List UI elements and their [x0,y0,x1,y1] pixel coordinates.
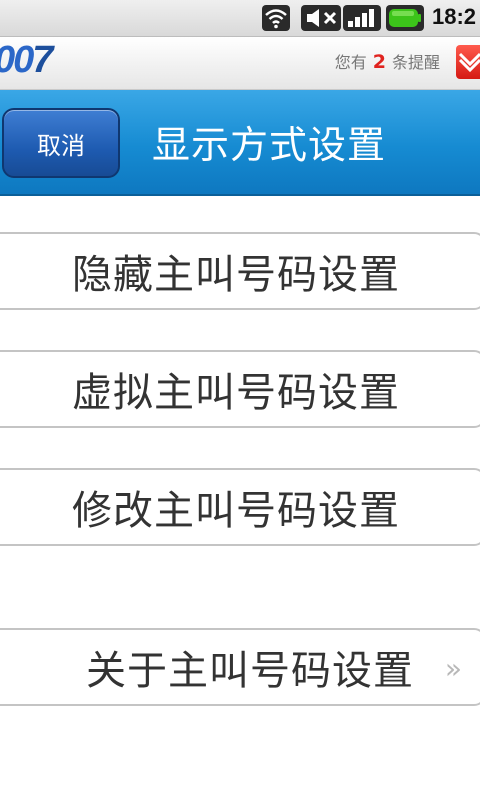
status-bar: 18:2 [0,0,480,37]
nav-header: 取消 显示方式设置 [0,90,480,196]
menu-item-about-caller-id[interactable]: 关于主叫号码设置 » [0,628,480,706]
reminder-count: 2 [372,51,386,73]
menu-item-modify-caller-id[interactable]: 修改主叫号码设置 [0,468,480,546]
logo-suffix: 7 [32,39,53,81]
menu-item-label: 修改主叫号码设置 [72,488,400,534]
app-logo: 007 [0,39,53,82]
mute-icon [301,5,341,31]
menu-item-hide-caller-id[interactable]: 隐藏主叫号码设置 [0,232,480,310]
mail-icon[interactable] [456,45,480,79]
reminder-prefix: 您有 [334,53,367,72]
menu-item-label: 虚拟主叫号码设置 [72,370,400,416]
menu-item-label: 隐藏主叫号码设置 [72,252,400,298]
wifi-icon [262,5,290,31]
reminder-link[interactable]: 您有 2 条提醒 [335,49,440,73]
menu-item-virtual-caller-id[interactable]: 虚拟主叫号码设置 [0,350,480,428]
app-bar: 007 您有 2 条提醒 [0,37,480,90]
double-chevron-right-icon: » [444,652,462,685]
battery-icon [386,5,424,31]
logo-prefix: 00 [0,39,34,81]
menu-item-label: 关于主叫号码设置 [86,648,414,694]
clock: 18:2 [432,4,477,29]
reminder-suffix: 条提醒 [391,53,440,72]
signal-icon [343,5,381,31]
cancel-button[interactable]: 取消 [2,108,120,178]
page-title: 显示方式设置 [152,123,387,167]
